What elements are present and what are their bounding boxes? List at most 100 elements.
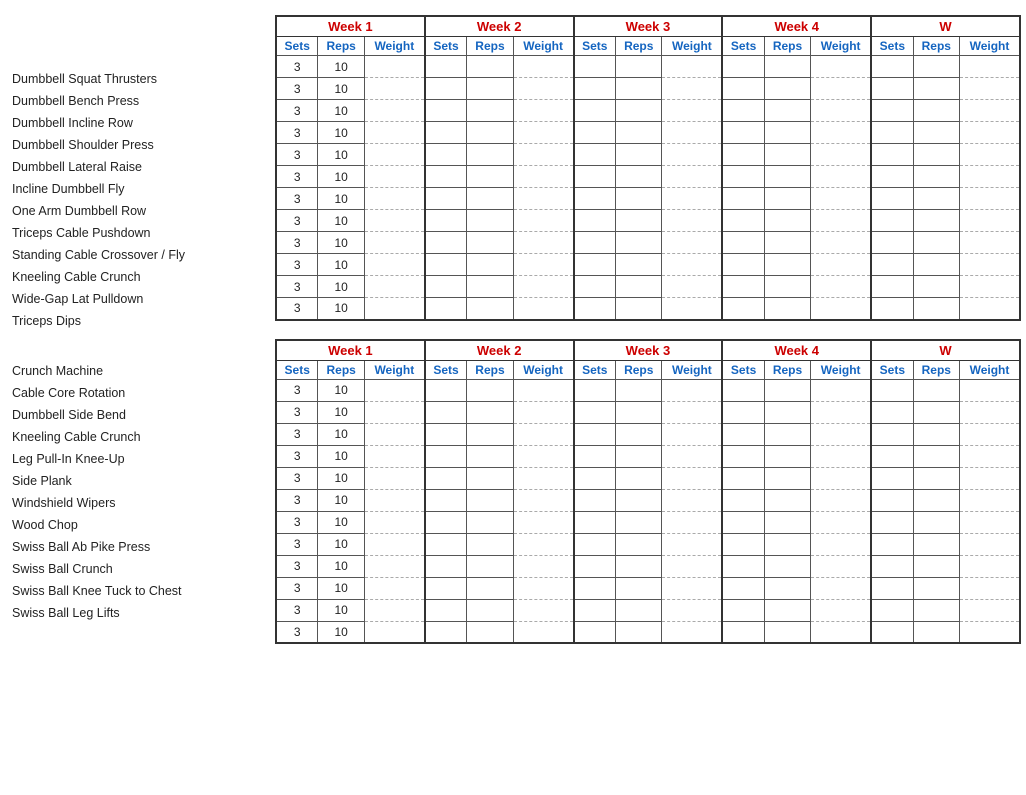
- cell-reps[interactable]: [913, 166, 959, 188]
- cell-weight[interactable]: [662, 445, 722, 467]
- cell-reps[interactable]: [616, 166, 662, 188]
- cell-weight[interactable]: [811, 577, 871, 599]
- cell-reps[interactable]: [764, 188, 810, 210]
- cell-weight[interactable]: [811, 621, 871, 643]
- cell-weight[interactable]: [513, 423, 573, 445]
- cell-sets[interactable]: [574, 423, 616, 445]
- cell-weight[interactable]: [513, 445, 573, 467]
- cell-sets[interactable]: [871, 144, 913, 166]
- cell-weight[interactable]: [662, 621, 722, 643]
- cell-reps[interactable]: 10: [318, 298, 364, 320]
- cell-sets[interactable]: [425, 166, 467, 188]
- cell-reps[interactable]: [467, 210, 513, 232]
- cell-sets[interactable]: [574, 100, 616, 122]
- cell-sets[interactable]: [871, 533, 913, 555]
- cell-reps[interactable]: [616, 56, 662, 78]
- cell-reps[interactable]: [467, 188, 513, 210]
- cell-sets[interactable]: [425, 298, 467, 320]
- cell-reps[interactable]: [913, 555, 959, 577]
- cell-weight[interactable]: [811, 100, 871, 122]
- cell-weight[interactable]: [811, 467, 871, 489]
- cell-reps[interactable]: [913, 445, 959, 467]
- cell-weight[interactable]: [662, 210, 722, 232]
- cell-reps[interactable]: 10: [318, 511, 364, 533]
- cell-sets[interactable]: [425, 445, 467, 467]
- cell-weight[interactable]: [513, 401, 573, 423]
- cell-weight[interactable]: [513, 78, 573, 100]
- cell-weight[interactable]: [960, 511, 1020, 533]
- cell-weight[interactable]: [364, 577, 424, 599]
- cell-sets[interactable]: 3: [276, 467, 318, 489]
- cell-reps[interactable]: [616, 401, 662, 423]
- cell-reps[interactable]: [616, 379, 662, 401]
- cell-reps[interactable]: [913, 511, 959, 533]
- cell-sets[interactable]: 3: [276, 445, 318, 467]
- cell-sets[interactable]: [425, 489, 467, 511]
- cell-weight[interactable]: [662, 166, 722, 188]
- cell-reps[interactable]: 10: [318, 599, 364, 621]
- cell-reps[interactable]: [913, 188, 959, 210]
- cell-weight[interactable]: [364, 122, 424, 144]
- cell-weight[interactable]: [364, 254, 424, 276]
- cell-weight[interactable]: [513, 599, 573, 621]
- cell-reps[interactable]: [616, 232, 662, 254]
- cell-reps[interactable]: [616, 555, 662, 577]
- cell-sets[interactable]: [574, 78, 616, 100]
- cell-sets[interactable]: 3: [276, 423, 318, 445]
- cell-weight[interactable]: [960, 188, 1020, 210]
- cell-weight[interactable]: [662, 533, 722, 555]
- cell-sets[interactable]: [871, 232, 913, 254]
- cell-reps[interactable]: [467, 122, 513, 144]
- cell-sets[interactable]: [722, 423, 764, 445]
- cell-reps[interactable]: [764, 423, 810, 445]
- cell-sets[interactable]: [722, 467, 764, 489]
- cell-sets[interactable]: 3: [276, 78, 318, 100]
- cell-reps[interactable]: [616, 144, 662, 166]
- cell-weight[interactable]: [364, 599, 424, 621]
- cell-weight[interactable]: [662, 577, 722, 599]
- cell-weight[interactable]: [662, 122, 722, 144]
- cell-weight[interactable]: [513, 188, 573, 210]
- cell-sets[interactable]: [425, 379, 467, 401]
- cell-sets[interactable]: 3: [276, 254, 318, 276]
- cell-reps[interactable]: [467, 533, 513, 555]
- cell-sets[interactable]: [871, 100, 913, 122]
- cell-sets[interactable]: [871, 401, 913, 423]
- cell-reps[interactable]: [467, 511, 513, 533]
- cell-sets[interactable]: [574, 144, 616, 166]
- cell-weight[interactable]: [364, 423, 424, 445]
- cell-weight[interactable]: [513, 166, 573, 188]
- cell-reps[interactable]: [913, 423, 959, 445]
- cell-sets[interactable]: [871, 254, 913, 276]
- cell-sets[interactable]: [722, 122, 764, 144]
- cell-weight[interactable]: [513, 122, 573, 144]
- cell-reps[interactable]: [616, 122, 662, 144]
- cell-reps[interactable]: 10: [318, 100, 364, 122]
- cell-weight[interactable]: [811, 254, 871, 276]
- cell-sets[interactable]: [722, 599, 764, 621]
- cell-sets[interactable]: [871, 298, 913, 320]
- cell-weight[interactable]: [960, 423, 1020, 445]
- cell-reps[interactable]: [467, 445, 513, 467]
- cell-weight[interactable]: [662, 599, 722, 621]
- cell-reps[interactable]: [764, 379, 810, 401]
- cell-reps[interactable]: [467, 401, 513, 423]
- cell-reps[interactable]: 10: [318, 445, 364, 467]
- cell-reps[interactable]: [467, 254, 513, 276]
- cell-reps[interactable]: 10: [318, 122, 364, 144]
- cell-reps[interactable]: [467, 144, 513, 166]
- cell-sets[interactable]: [871, 599, 913, 621]
- cell-sets[interactable]: 3: [276, 210, 318, 232]
- cell-reps[interactable]: 10: [318, 423, 364, 445]
- cell-sets[interactable]: [574, 166, 616, 188]
- cell-reps[interactable]: [467, 467, 513, 489]
- cell-sets[interactable]: [871, 379, 913, 401]
- cell-reps[interactable]: [764, 533, 810, 555]
- cell-reps[interactable]: 10: [318, 78, 364, 100]
- cell-weight[interactable]: [662, 379, 722, 401]
- cell-reps[interactable]: [467, 423, 513, 445]
- cell-weight[interactable]: [811, 401, 871, 423]
- cell-weight[interactable]: [364, 232, 424, 254]
- cell-weight[interactable]: [960, 298, 1020, 320]
- cell-reps[interactable]: 10: [318, 533, 364, 555]
